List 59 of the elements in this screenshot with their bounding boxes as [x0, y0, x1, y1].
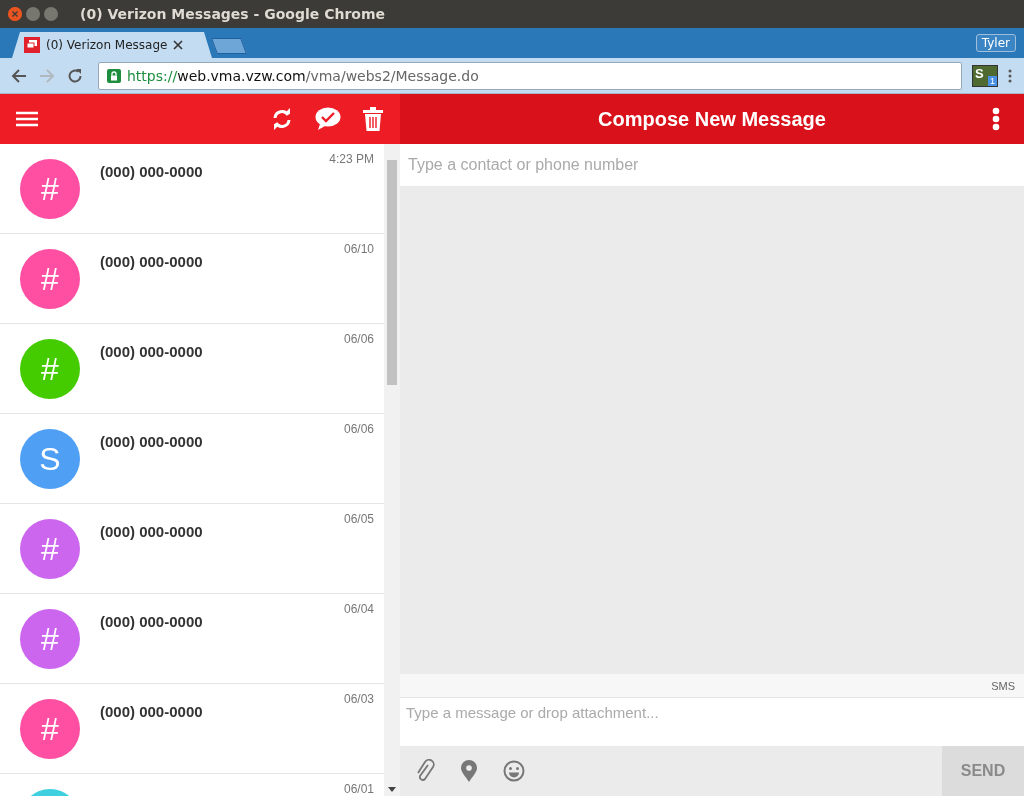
message-time: 06/06 [343, 332, 374, 346]
smiley-icon[interactable] [503, 760, 525, 782]
scrollbar[interactable] [384, 144, 400, 796]
conversation-item[interactable]: S (000) 000-0000 06/06 [0, 414, 384, 504]
message-time: 06/10 [343, 242, 374, 256]
avatar: # [20, 699, 80, 759]
minimize-icon[interactable] [26, 7, 40, 21]
location-pin-icon[interactable] [461, 760, 477, 782]
profile-button[interactable]: Tyler [975, 34, 1016, 52]
avatar: # [20, 249, 80, 309]
conversation-item[interactable]: # (000) 000-0000 4:23 PM [0, 144, 384, 234]
url-text: https://web.vma.vzw.com/vma/webs2/Message.do [127, 67, 479, 84]
message-time: 06/06 [343, 422, 374, 436]
reload-icon[interactable] [66, 66, 84, 85]
lock-icon [107, 68, 121, 83]
close-icon[interactable] [173, 40, 184, 50]
message-time: 4:23 PM [329, 152, 374, 166]
caret-down-icon[interactable] [388, 787, 396, 792]
extension-button[interactable]: S 1 [972, 64, 998, 87]
address-bar[interactable]: https://web.vma.vzw.com/vma/webs2/Message.do [98, 61, 962, 90]
contact-name: (000) 000-0000 [100, 523, 203, 540]
avatar: # [20, 609, 80, 669]
contact-name: (000) 000-0000 [100, 253, 203, 270]
recipient-field[interactable]: Type a contact or phone number [400, 144, 1024, 186]
message-time: 06/04 [343, 602, 374, 616]
more-vertical-icon[interactable] [1008, 68, 1012, 83]
new-tab-button[interactable] [211, 38, 247, 54]
message-type-label: SMS [991, 679, 1015, 692]
scrollbar-thumb[interactable] [387, 160, 397, 385]
menu-icon[interactable] [16, 111, 38, 127]
more-vertical-icon[interactable] [992, 107, 1000, 131]
conversation-item[interactable]: # (000) 000-0000 06/06 [0, 324, 384, 414]
contact-name: (000) 000-0000 [100, 433, 203, 450]
avatar: # [20, 519, 80, 579]
browser-tab[interactable]: (0) Verizon Message [12, 32, 212, 58]
window-title: (0) Verizon Messages - Google Chrome [80, 6, 385, 22]
message-time: 06/03 [343, 692, 374, 706]
chat-bubbles-icon [24, 37, 40, 53]
contact-name: (000) 000-0000 [100, 163, 203, 180]
contact-name: (000) 000-0000 [100, 613, 203, 630]
avatar: # [20, 339, 80, 399]
refresh-icon[interactable] [271, 108, 293, 130]
paperclip-icon[interactable] [415, 759, 435, 783]
message-time: 06/05 [343, 512, 374, 526]
conversation-item[interactable]: # (000) 000-0000 06/05 [0, 504, 384, 594]
conversation-item[interactable]: # (000) 000-0000 06/10 [0, 234, 384, 324]
conversation-item[interactable]: # (000) 000-0000 06/04 [0, 594, 384, 684]
avatar: S [20, 429, 80, 489]
trash-icon[interactable] [363, 107, 383, 131]
contact-name: (000) 000-0000 [100, 343, 203, 360]
maximize-icon[interactable] [44, 7, 58, 21]
chat-check-icon[interactable] [315, 107, 341, 131]
contact-name: (000) 000-0000 [100, 703, 203, 720]
message-time: 06/01 [343, 782, 374, 796]
conversation-item[interactable]: # (000) 000-0000 06/03 [0, 684, 384, 774]
avatar: # [20, 159, 80, 219]
message-field[interactable]: Type a message or drop attachment... [400, 697, 1024, 746]
compose-title: Compose New Message [598, 107, 826, 131]
back-arrow-icon[interactable] [10, 66, 28, 85]
